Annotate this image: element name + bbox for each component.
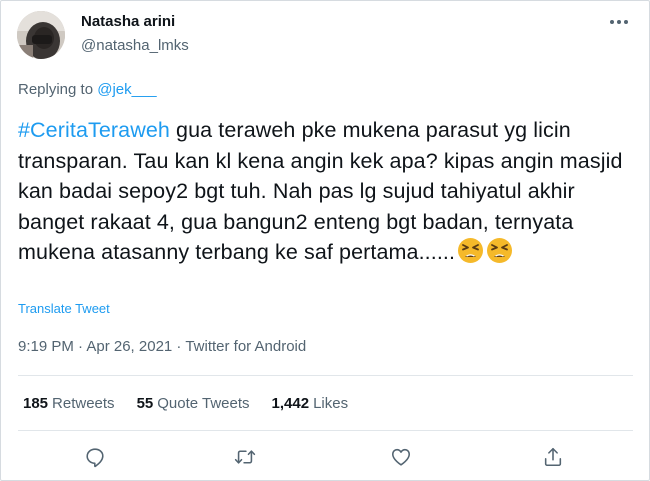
author-handle[interactable]: @natasha_lmks (81, 37, 189, 54)
hashtag-link[interactable]: #CeritaTeraweh (18, 118, 170, 142)
tired-face-emoji (486, 237, 513, 264)
retweet-button[interactable] (233, 445, 257, 469)
replying-to: Replying to @jek___ (18, 81, 157, 98)
reply-mention-link[interactable]: @jek___ (97, 81, 156, 98)
retweets-stat[interactable]: 185 Retweets (23, 395, 115, 412)
reply-button[interactable] (83, 445, 107, 469)
more-icon (610, 20, 628, 24)
more-options-button[interactable] (607, 13, 631, 31)
translate-tweet-link[interactable]: Translate Tweet (18, 301, 110, 316)
retweets-label: Retweets (52, 395, 115, 412)
likes-stat[interactable]: 1,442 Likes (272, 395, 349, 412)
avatar[interactable] (17, 11, 65, 59)
quote-tweets-count: 55 (136, 395, 154, 412)
quote-tweets-stat[interactable]: 55 Quote Tweets (137, 395, 250, 412)
likes-label: Likes (313, 395, 349, 412)
divider (18, 430, 633, 431)
author-name[interactable]: Natasha arini (81, 13, 175, 30)
retweet-icon (234, 450, 256, 464)
tweet-actions (1, 445, 650, 469)
share-button[interactable] (541, 445, 565, 469)
profile-photo (17, 11, 65, 59)
tweet-text: #CeritaTeraweh gua teraweh pke mukena pa… (18, 115, 633, 268)
tired-face-emoji (457, 237, 484, 264)
replying-to-label: Replying to (18, 81, 94, 98)
like-button[interactable] (389, 445, 413, 469)
share-icon (544, 447, 562, 467)
tweet-stats: 185 Retweets 55 Quote Tweets 1,442 Likes (23, 395, 370, 412)
retweets-count: 185 (23, 395, 49, 412)
tweet-card: Natasha arini @natasha_lmks Replying to … (0, 0, 650, 481)
likes-count: 1,442 (271, 395, 310, 412)
tweet-timestamp[interactable]: 9:19 PM · Apr 26, 2021 · Twitter for And… (18, 338, 306, 355)
reply-icon (86, 448, 104, 468)
like-icon (391, 448, 411, 466)
divider (18, 375, 633, 376)
quote-tweets-label: Quote Tweets (157, 395, 250, 412)
